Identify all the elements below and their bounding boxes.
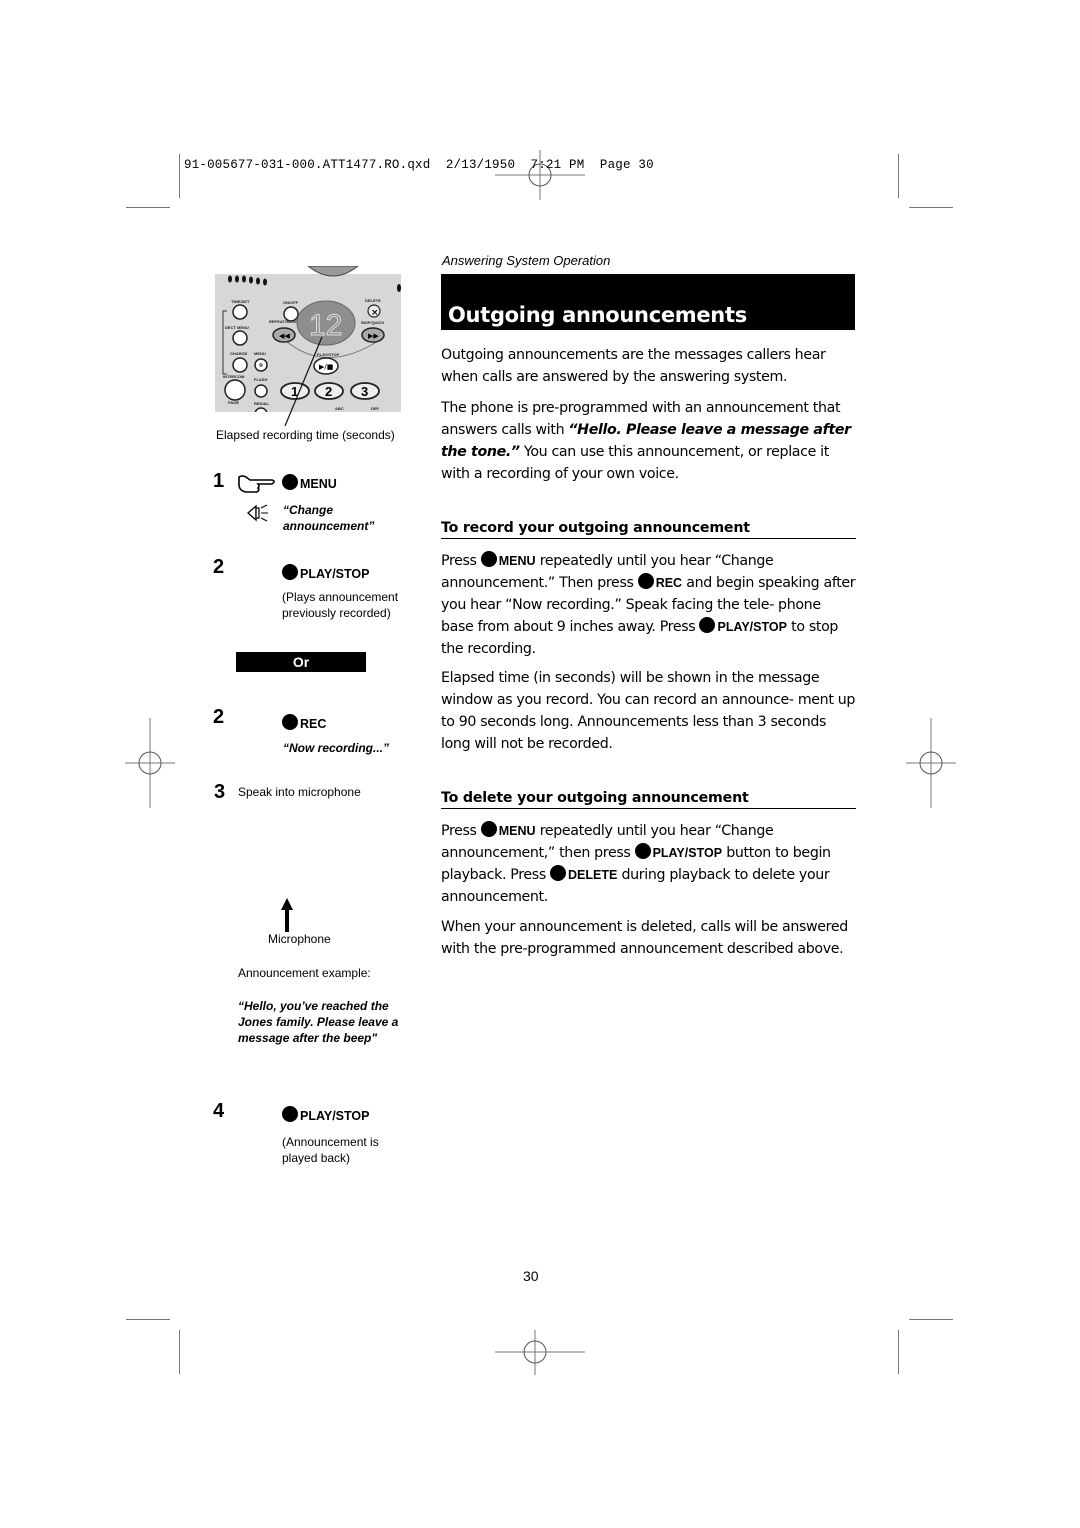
crop-mark <box>898 154 899 198</box>
example-announcement: “Hello, you’ve reached the Jones family.… <box>238 999 399 1045</box>
delete-heading: To delete your outgoing announcement <box>441 790 856 809</box>
svg-text:ON/OFF: ON/OFF <box>283 300 299 305</box>
menu-key: MENU <box>498 824 536 838</box>
svg-text:FLASH: FLASH <box>254 377 267 382</box>
speaker-icon <box>247 504 268 522</box>
svg-text:INTERCOM: INTERCOM <box>223 374 245 379</box>
or-label: Or <box>292 654 310 670</box>
rec-key: REC <box>655 576 683 590</box>
step-number: 2 <box>213 556 225 578</box>
menu-key: MENU <box>498 554 536 568</box>
svg-text:ABC: ABC <box>335 406 344 411</box>
svg-text:2: 2 <box>325 384 332 399</box>
play-stop-button-label: PLAY/STOP <box>282 564 369 581</box>
crop-mark <box>179 154 180 198</box>
button-dot-icon <box>282 1106 298 1122</box>
step-number: 1 <box>213 470 225 492</box>
or-divider: Or <box>236 652 366 672</box>
button-dot-icon <box>634 843 651 859</box>
title-bar: Outgoing announcements <box>441 274 855 330</box>
crop-mark <box>179 1330 180 1374</box>
display-readout: 12 <box>309 309 342 342</box>
play-stop-key: PLAY/STOP <box>717 620 787 634</box>
svg-text:CHARGE: CHARGE <box>230 351 248 356</box>
record-heading: To record your outgoing announcement <box>441 520 856 539</box>
button-dot-icon <box>282 474 298 490</box>
record-instructions: Press MENU repeatedly until you hear “Ch… <box>441 551 856 657</box>
arrow-up-icon <box>281 898 293 932</box>
button-dot-icon <box>480 821 497 837</box>
delete-key: DELETE <box>568 868 618 882</box>
playback-note: (Announcement is played back) <box>282 1135 379 1165</box>
play-stop-note: (Plays announcement previously recorded) <box>282 590 399 620</box>
button-dot-icon <box>637 573 654 589</box>
voice-prompt-change: “Change announcement” <box>283 503 375 533</box>
button-dot-icon <box>480 551 497 567</box>
svg-text:PLAY/STOP: PLAY/STOP <box>317 352 340 357</box>
svg-text:▶▶: ▶▶ <box>368 332 379 340</box>
phone-base-illustration: × TIME/SET ON/OFF DELETE DECT MENU REPEA… <box>213 266 403 426</box>
svg-text:DEF: DEF <box>371 406 380 411</box>
crop-mark <box>126 207 170 208</box>
registration-mark-left <box>125 718 175 808</box>
page-number: 30 <box>523 1268 539 1284</box>
registration-mark-right <box>906 718 956 808</box>
after-delete-paragraph: When your announcement is deleted, calls… <box>441 919 848 957</box>
svg-text:TIME/SET: TIME/SET <box>231 299 250 304</box>
svg-text:SKIP/QUICK: SKIP/QUICK <box>361 320 384 325</box>
button-dot-icon <box>282 564 298 580</box>
menu-button-label: MENU <box>282 474 337 491</box>
crop-mark <box>126 1319 170 1320</box>
voice-prompt-recording: “Now recording...” <box>283 741 390 755</box>
play-stop-key: PLAY/STOP <box>652 846 723 860</box>
svg-text:3: 3 <box>361 384 368 399</box>
step-number: 3 <box>214 781 226 803</box>
svg-text:▶/■: ▶/■ <box>319 363 333 371</box>
page-title: Outgoing announcements <box>448 303 747 327</box>
svg-text:×: × <box>371 308 379 318</box>
hand-pointer-icon <box>238 475 275 493</box>
illustration-caption: Elapsed recording time (seconds) <box>216 428 395 442</box>
svg-text:PAGE: PAGE <box>228 400 239 405</box>
example-label: Announcement example: <box>238 966 371 980</box>
button-dot-icon <box>282 714 298 730</box>
rec-button-label: REC <box>282 714 326 731</box>
elapsed-paragraph: Elapsed time (in seconds) will be shown … <box>441 670 855 752</box>
crop-mark <box>898 1330 899 1374</box>
play-stop-button-label: PLAY/STOP <box>282 1106 369 1123</box>
delete-instructions: Press MENU repeatedly until you hear “Ch… <box>441 821 831 905</box>
svg-text:REPEAT/SLOW: REPEAT/SLOW <box>269 319 298 324</box>
intro-paragraph: Outgoing announcements are the messages … <box>441 347 826 385</box>
svg-text:MENU: MENU <box>254 351 266 356</box>
crop-mark <box>909 207 953 208</box>
speak-instruction: Speak into microphone <box>238 785 361 799</box>
section-label: Answering System Operation <box>442 253 611 268</box>
svg-text:◀◀: ◀◀ <box>279 332 290 340</box>
file-slug: 91-005677-031-000.ATT1477.RO.qxd 2/13/19… <box>184 158 654 172</box>
step-number: 4 <box>213 1100 225 1122</box>
button-dot-icon <box>699 617 716 633</box>
button-dot-icon <box>550 865 567 881</box>
crop-mark <box>909 1319 953 1320</box>
svg-text:DELETE: DELETE <box>365 298 381 303</box>
svg-text:DECT MENU: DECT MENU <box>225 325 249 330</box>
registration-mark-bottom <box>495 1330 585 1375</box>
svg-text:REDIAL: REDIAL <box>254 401 269 406</box>
microphone-label: Microphone <box>268 932 331 946</box>
step-number: 2 <box>213 706 225 728</box>
preprogrammed-paragraph: The phone is pre-programmed with an anno… <box>441 400 851 482</box>
